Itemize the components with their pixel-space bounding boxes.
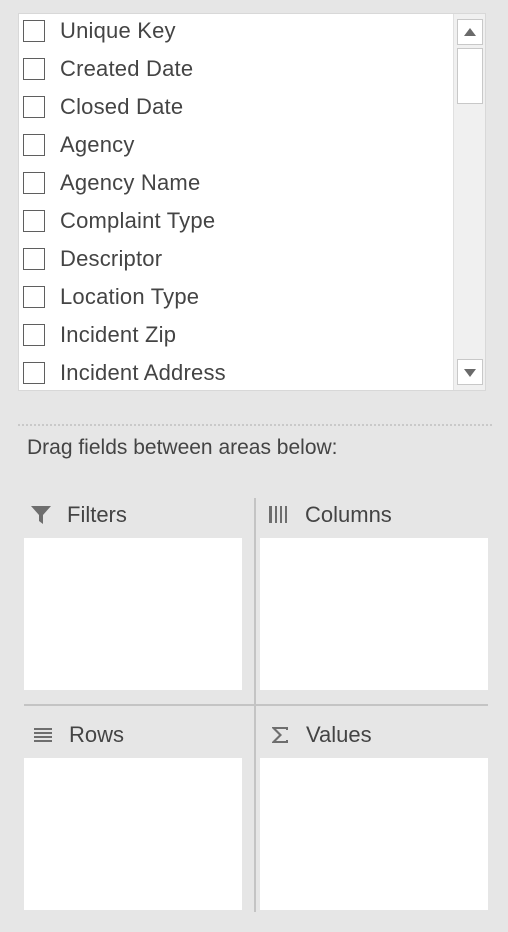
field-checkbox[interactable]	[23, 210, 45, 232]
rows-drop-area[interactable]	[24, 758, 242, 910]
field-item-agency-name[interactable]: Agency Name	[23, 166, 200, 200]
field-checkbox[interactable]	[23, 134, 45, 156]
field-item-created-date[interactable]: Created Date	[23, 52, 193, 86]
field-item-unique-key[interactable]: Unique Key	[23, 14, 176, 48]
values-label: Values	[306, 722, 372, 747]
columns-label: Columns	[305, 502, 392, 527]
rows-area-header: Rows	[31, 720, 124, 750]
field-item-agency[interactable]: Agency	[23, 128, 135, 162]
field-label: Incident Zip	[60, 322, 177, 347]
field-item-incident-address[interactable]: Incident Address	[23, 356, 226, 390]
triangle-down-icon	[464, 369, 476, 377]
field-checkbox[interactable]	[23, 58, 45, 80]
section-divider	[18, 424, 492, 426]
field-label: Closed Date	[60, 94, 184, 119]
field-item-complaint-type[interactable]: Complaint Type	[23, 204, 215, 238]
columns-drop-area[interactable]	[260, 538, 488, 690]
field-checkbox[interactable]	[23, 172, 45, 194]
field-checkbox[interactable]	[23, 96, 45, 118]
field-checkbox[interactable]	[23, 362, 45, 384]
filter-icon	[29, 503, 53, 527]
field-item-incident-zip[interactable]: Incident Zip	[23, 318, 176, 352]
field-label: Descriptor	[60, 246, 163, 271]
drag-instruction: Drag fields between areas below:	[27, 436, 338, 459]
field-checkbox[interactable]	[23, 248, 45, 270]
values-area-header: Values	[268, 720, 372, 750]
field-item-closed-date[interactable]: Closed Date	[23, 90, 183, 124]
field-list-scrollbar[interactable]	[453, 14, 485, 390]
field-item-location-type[interactable]: Location Type	[23, 280, 199, 314]
field-label: Complaint Type	[60, 208, 216, 233]
rows-icon	[31, 723, 55, 747]
field-label: Agency Name	[60, 170, 201, 195]
field-label: Agency	[60, 132, 135, 157]
field-checkbox[interactable]	[23, 324, 45, 346]
field-checkbox[interactable]	[23, 20, 45, 42]
field-label: Incident Address	[60, 360, 226, 385]
field-label: Created Date	[60, 56, 194, 81]
rows-label: Rows	[69, 722, 125, 747]
pivot-field-list[interactable]: Unique Key Created Date Closed Date Agen…	[18, 13, 486, 391]
field-checkbox[interactable]	[23, 286, 45, 308]
columns-area-header: Columns	[267, 500, 392, 530]
triangle-up-icon	[464, 28, 476, 36]
scroll-down-button[interactable]	[457, 359, 483, 385]
field-label: Unique Key	[60, 18, 176, 43]
field-item-descriptor[interactable]: Descriptor	[23, 242, 162, 276]
scroll-thumb[interactable]	[457, 48, 483, 104]
sigma-icon	[268, 723, 292, 747]
field-items: Unique Key Created Date Closed Date Agen…	[19, 14, 453, 390]
field-label: Location Type	[60, 284, 200, 309]
horizontal-divider	[24, 704, 488, 706]
columns-icon	[267, 503, 291, 527]
filters-label: Filters	[67, 502, 127, 527]
values-drop-area[interactable]	[260, 758, 488, 910]
filters-area-header: Filters	[29, 500, 127, 530]
scroll-up-button[interactable]	[457, 19, 483, 45]
filters-drop-area[interactable]	[24, 538, 242, 690]
